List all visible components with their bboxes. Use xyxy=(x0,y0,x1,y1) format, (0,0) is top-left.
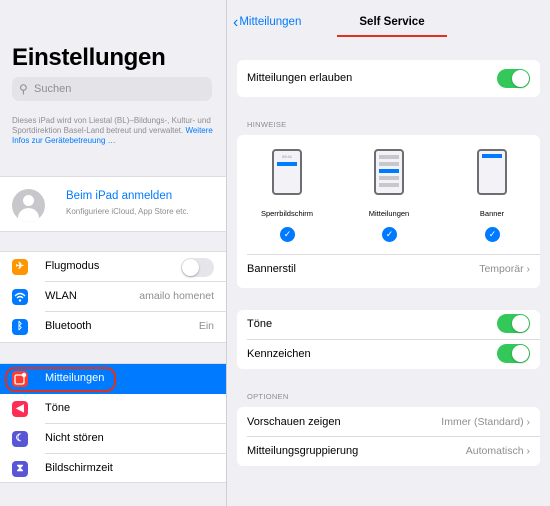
chevron-right-icon: › xyxy=(526,263,531,275)
banner-style-label: Bannerstil xyxy=(247,263,296,275)
grouping-row[interactable]: Automatisch › xyxy=(466,445,530,457)
grouping-label: Mitteilungsgruppierung xyxy=(247,445,359,457)
sidebar-item-label: Bildschirmzeit xyxy=(45,462,113,474)
badges-toggle[interactable] xyxy=(497,344,530,363)
airplane-mode-toggle[interactable] xyxy=(181,258,214,277)
sidebar-item-label: Flugmodus xyxy=(45,260,100,272)
bluetooth-icon: ᛒ xyxy=(12,319,28,335)
show-previews-label: Vorschauen zeigen xyxy=(247,416,341,428)
sidebar-item-sounds[interactable]: ◀︎ Töne xyxy=(0,394,226,424)
chevron-right-icon: › xyxy=(526,445,531,457)
moon-icon: ☾ xyxy=(12,431,28,447)
hourglass-icon: ⧗ xyxy=(12,461,28,477)
management-notice: Dieses iPad wird von Liestal (BL)–Bildun… xyxy=(12,116,217,146)
notification-center-preview-icon[interactable] xyxy=(374,149,404,195)
sidebar-item-do-not-disturb[interactable]: ☾ Nicht stören xyxy=(0,424,226,454)
banner-style-value: Temporär xyxy=(479,263,524,275)
allow-notifications-row[interactable]: Mitteilungen erlauben xyxy=(237,60,540,97)
chevron-right-icon: › xyxy=(526,416,531,428)
notifications-group: Mitteilungen ◀︎ Töne ☾ Nicht stören ⧗ Bi… xyxy=(0,363,226,483)
sidebar-item-airplane-mode[interactable]: ✈ Flugmodus xyxy=(0,252,226,282)
chevron-left-icon: ‹ xyxy=(233,14,239,31)
avatar xyxy=(12,189,45,222)
settings-sidebar: Einstellungen ⚲ Dieses iPad wird von Lie… xyxy=(0,0,226,506)
sidebar-item-notifications[interactable]: Mitteilungen xyxy=(0,364,226,394)
lock-screen-preview-icon[interactable]: 09:41 xyxy=(272,149,302,195)
lock-screen-label: Sperrbildschirm xyxy=(260,209,314,218)
back-button-label: Mitteilungen xyxy=(239,16,302,28)
lock-screen-checkmark-icon[interactable]: ✓ xyxy=(280,227,295,242)
connectivity-group: ✈ Flugmodus WLAN amailo homenet ᛒ Blueto… xyxy=(0,251,226,343)
sounds-toggle[interactable] xyxy=(497,314,530,333)
sidebar-item-bluetooth[interactable]: ᛒ Bluetooth Ein xyxy=(0,312,226,342)
show-previews-value: Immer (Standard) xyxy=(441,416,524,428)
banner-label: Banner xyxy=(479,209,505,218)
banner-preview-icon[interactable] xyxy=(477,149,507,195)
nav-title: Self Service xyxy=(359,16,425,28)
selection-highlight xyxy=(5,367,116,392)
banner-style-row[interactable]: Temporär › xyxy=(479,263,530,275)
sidebar-item-wlan[interactable]: WLAN amailo homenet xyxy=(0,282,226,312)
sign-in-label: Beim iPad anmelden xyxy=(66,190,173,202)
grouping-value: Automatisch xyxy=(465,445,524,457)
sounds-badges-card: Töne Kennzeichen xyxy=(237,310,540,369)
search-input[interactable] xyxy=(34,81,204,97)
show-previews-row[interactable]: Immer (Standard) › xyxy=(441,416,530,428)
detail-pane: ‹Mitteilungen Self Service Mitteilungen … xyxy=(227,0,550,506)
allow-notifications-label: Mitteilungen erlauben xyxy=(247,72,353,84)
notification-center-checkmark-icon[interactable]: ✓ xyxy=(382,227,397,242)
sidebar-item-screen-time[interactable]: ⧗ Bildschirmzeit xyxy=(0,454,226,484)
lock-screen-time: 09:41 xyxy=(281,154,292,159)
options-card: Vorschauen zeigen Immer (Standard) › Mit… xyxy=(237,407,540,466)
sign-in-subtitle: Konfiguriere iCloud, App Store etc. xyxy=(66,207,189,216)
allow-notifications-toggle[interactable] xyxy=(497,69,530,88)
hints-card: 09:41 Sperrbildschirm ✓ Mitteilungen ✓ B… xyxy=(237,135,540,288)
sidebar-item-label: Töne xyxy=(45,402,71,414)
back-button[interactable]: ‹Mitteilungen xyxy=(233,14,301,32)
search-field[interactable]: ⚲ xyxy=(12,77,212,101)
wlan-network-value: amailo homenet xyxy=(139,290,214,302)
banner-checkmark-icon[interactable]: ✓ xyxy=(485,227,500,242)
title-underline-annotation xyxy=(337,35,447,37)
wifi-icon xyxy=(12,289,28,305)
page-title: Einstellungen xyxy=(12,44,166,71)
notification-center-label: Mitteilungen xyxy=(368,209,410,218)
sidebar-item-label: Bluetooth xyxy=(45,320,92,332)
sidebar-item-label: WLAN xyxy=(45,290,77,302)
hints-header: HINWEISE xyxy=(247,120,287,129)
badges-label: Kennzeichen xyxy=(247,348,311,360)
management-notice-text: Dieses iPad wird von Liestal (BL)–Bildun… xyxy=(12,116,211,135)
sounds-icon: ◀︎ xyxy=(12,401,28,417)
bluetooth-status-value: Ein xyxy=(198,320,214,332)
options-header: OPTIONEN xyxy=(247,392,289,401)
sign-in-row[interactable]: Beim iPad anmelden Konfiguriere iCloud, … xyxy=(0,176,226,232)
airplane-icon: ✈ xyxy=(12,259,28,275)
sounds-label: Töne xyxy=(247,318,273,330)
search-icon: ⚲ xyxy=(19,82,28,96)
sidebar-item-label: Nicht stören xyxy=(45,432,104,444)
